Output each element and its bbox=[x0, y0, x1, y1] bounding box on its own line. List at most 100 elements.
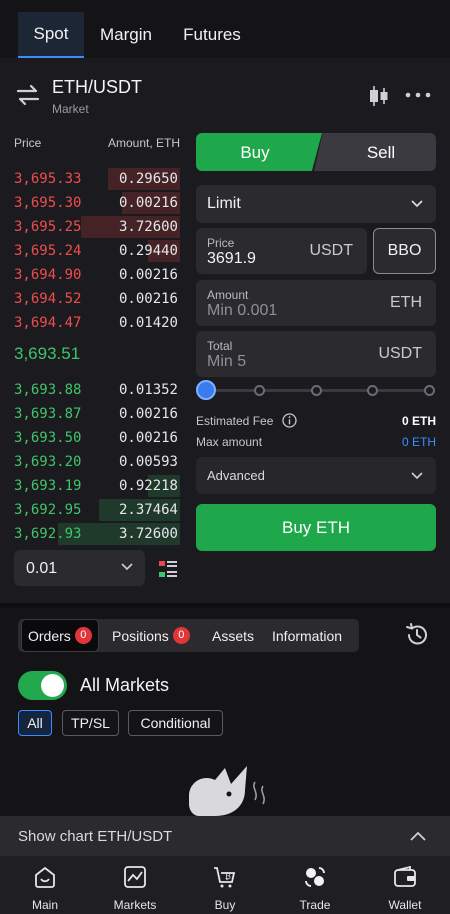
order-type-select[interactable]: Limit bbox=[196, 185, 436, 223]
order-mode-label: Market bbox=[52, 102, 89, 116]
slider-step-25[interactable] bbox=[254, 385, 265, 396]
bid-price: 3,693.88 bbox=[14, 382, 82, 398]
slider-step-50[interactable] bbox=[311, 385, 322, 396]
all-markets-toggle[interactable] bbox=[18, 671, 67, 700]
ask-row[interactable]: 3,694.52 0.00216 bbox=[0, 287, 190, 311]
amount-unit: ETH bbox=[390, 294, 422, 311]
amount-header: Amount, ETH bbox=[108, 136, 181, 150]
bid-row[interactable]: 3,693.88 0.01352 bbox=[0, 378, 190, 402]
nav-trade[interactable]: Trade bbox=[270, 856, 360, 914]
slider-thumb[interactable] bbox=[196, 380, 216, 400]
ask-row[interactable]: 3,694.90 0.00216 bbox=[0, 263, 190, 287]
sell-tab-label: Sell bbox=[366, 143, 396, 162]
tab-positions[interactable]: Positions 0 bbox=[112, 619, 190, 652]
nav-wallet-label: Wallet bbox=[388, 898, 422, 912]
nav-markets[interactable]: Markets bbox=[90, 856, 180, 914]
tab-margin[interactable]: Margin bbox=[92, 12, 160, 58]
bid-price: 3,693.20 bbox=[14, 454, 82, 470]
show-chart-bar[interactable]: Show chart ETH/USDT bbox=[0, 816, 450, 856]
bid-row[interactable]: 3,693.20 0.00593 bbox=[0, 450, 190, 474]
nav-main[interactable]: Main bbox=[0, 856, 90, 914]
book-layout-icon[interactable] bbox=[158, 559, 178, 579]
ask-row[interactable]: 3,695.33 0.29650 bbox=[0, 167, 190, 191]
bid-price: 3,693.87 bbox=[14, 406, 82, 422]
tab-positions-label: Positions bbox=[112, 627, 169, 644]
history-icon[interactable] bbox=[404, 622, 430, 648]
price-step-select[interactable]: 0.01 bbox=[14, 550, 145, 586]
bbo-button[interactable]: BBO bbox=[373, 228, 436, 274]
ask-row[interactable]: 3,695.24 0.29440 bbox=[0, 239, 190, 263]
total-field-label: Total bbox=[207, 339, 233, 353]
bid-price: 3,693.50 bbox=[14, 430, 82, 446]
bottom-nav: Main Markets ₿ Buy Trade Wallet bbox=[0, 856, 450, 914]
buy-eth-button[interactable]: Buy ETH bbox=[196, 504, 436, 551]
filter-tpsl[interactable]: TP/SL bbox=[62, 710, 119, 736]
slider-step-100[interactable] bbox=[424, 385, 435, 396]
tab-orders[interactable]: Orders 0 bbox=[21, 619, 99, 652]
ask-price: 3,694.90 bbox=[14, 267, 82, 283]
sell-tab[interactable]: Sell bbox=[314, 133, 436, 171]
tab-spot[interactable]: Spot bbox=[18, 12, 84, 58]
wallet-icon bbox=[394, 865, 416, 887]
tab-assets[interactable]: Assets bbox=[212, 619, 254, 652]
ask-price: 3,694.52 bbox=[14, 291, 82, 307]
price-field[interactable]: Price 3691.9 USDT bbox=[196, 228, 367, 274]
nav-buy[interactable]: ₿ Buy bbox=[180, 856, 270, 914]
nav-buy-label: Buy bbox=[214, 898, 236, 912]
filter-conditional[interactable]: Conditional bbox=[128, 710, 223, 736]
cart-bitcoin-icon: ₿ bbox=[214, 867, 236, 888]
bid-price: 3,692.95 bbox=[14, 502, 82, 518]
tab-futures[interactable]: Futures bbox=[172, 12, 252, 58]
candlestick-chart-icon[interactable] bbox=[368, 85, 390, 107]
bid-price: 3,692.93 bbox=[14, 526, 82, 542]
buy-tab[interactable]: Buy bbox=[196, 133, 322, 171]
ask-price: 3,695.25 bbox=[14, 219, 82, 235]
ask-row[interactable]: 3,695.25 3.72600 bbox=[0, 215, 190, 239]
bid-amount: 0.00216 bbox=[118, 430, 178, 446]
show-chart-label: Show chart ETH/USDT bbox=[18, 828, 173, 845]
tab-information[interactable]: Information bbox=[272, 619, 342, 652]
advanced-options[interactable]: Advanced bbox=[196, 457, 436, 494]
toggle-knob bbox=[41, 674, 64, 697]
orders-tabs: Orders 0 Positions 0 Assets Information bbox=[18, 619, 359, 652]
bid-row[interactable]: 3,692.95 2.37464 bbox=[0, 498, 190, 522]
slider-step-75[interactable] bbox=[367, 385, 378, 396]
advanced-label: Advanced bbox=[207, 468, 265, 483]
max-amount-label: Max amount bbox=[196, 435, 263, 449]
bid-row[interactable]: 3,692.93 3.72600 bbox=[0, 522, 190, 546]
amount-field[interactable]: Amount Min 0.001 ETH bbox=[196, 280, 436, 326]
price-input-value: 3691.9 bbox=[207, 250, 256, 267]
buy-sell-toggle: Buy Sell bbox=[196, 133, 436, 171]
ask-price: 3,695.33 bbox=[14, 171, 82, 187]
bid-amount: 0.00593 bbox=[118, 454, 178, 470]
price-unit: USDT bbox=[309, 242, 353, 259]
nav-wallet[interactable]: Wallet bbox=[360, 856, 450, 914]
nav-trade-label: Trade bbox=[299, 898, 331, 912]
total-field[interactable]: Total Min 5 USDT bbox=[196, 331, 436, 377]
ask-amount: 0.00216 bbox=[118, 195, 178, 211]
bid-amount: 0.01352 bbox=[118, 382, 178, 398]
top-tabs: Spot Margin Futures bbox=[0, 0, 450, 58]
pair-title[interactable]: ETH/USDT bbox=[52, 77, 142, 98]
info-icon[interactable] bbox=[282, 413, 297, 428]
nav-main-label: Main bbox=[31, 898, 58, 912]
filter-all[interactable]: All bbox=[18, 710, 52, 736]
chevron-down-icon bbox=[121, 563, 133, 571]
total-placeholder: Min 5 bbox=[207, 353, 247, 370]
ask-amount: 0.00216 bbox=[118, 291, 178, 307]
ask-row[interactable]: 3,694.47 0.01420 bbox=[0, 311, 190, 335]
fee-value: 0 ETH bbox=[401, 414, 436, 428]
bid-row[interactable]: 3,693.19 0.92218 bbox=[0, 474, 190, 498]
amount-field-label: Amount bbox=[207, 288, 249, 302]
fee-label: Estimated Fee bbox=[196, 414, 274, 428]
swap-icon[interactable] bbox=[16, 84, 40, 106]
bid-row[interactable]: 3,693.50 0.00216 bbox=[0, 426, 190, 450]
more-icon[interactable] bbox=[405, 88, 431, 102]
bid-amount: 0.00216 bbox=[118, 406, 178, 422]
bid-row[interactable]: 3,693.87 0.00216 bbox=[0, 402, 190, 426]
home-icon bbox=[35, 866, 55, 888]
bid-amount: 0.92218 bbox=[118, 478, 178, 494]
amount-placeholder: Min 0.001 bbox=[207, 302, 278, 319]
ask-row[interactable]: 3,695.30 0.00216 bbox=[0, 191, 190, 215]
chevron-down-icon bbox=[411, 472, 423, 480]
